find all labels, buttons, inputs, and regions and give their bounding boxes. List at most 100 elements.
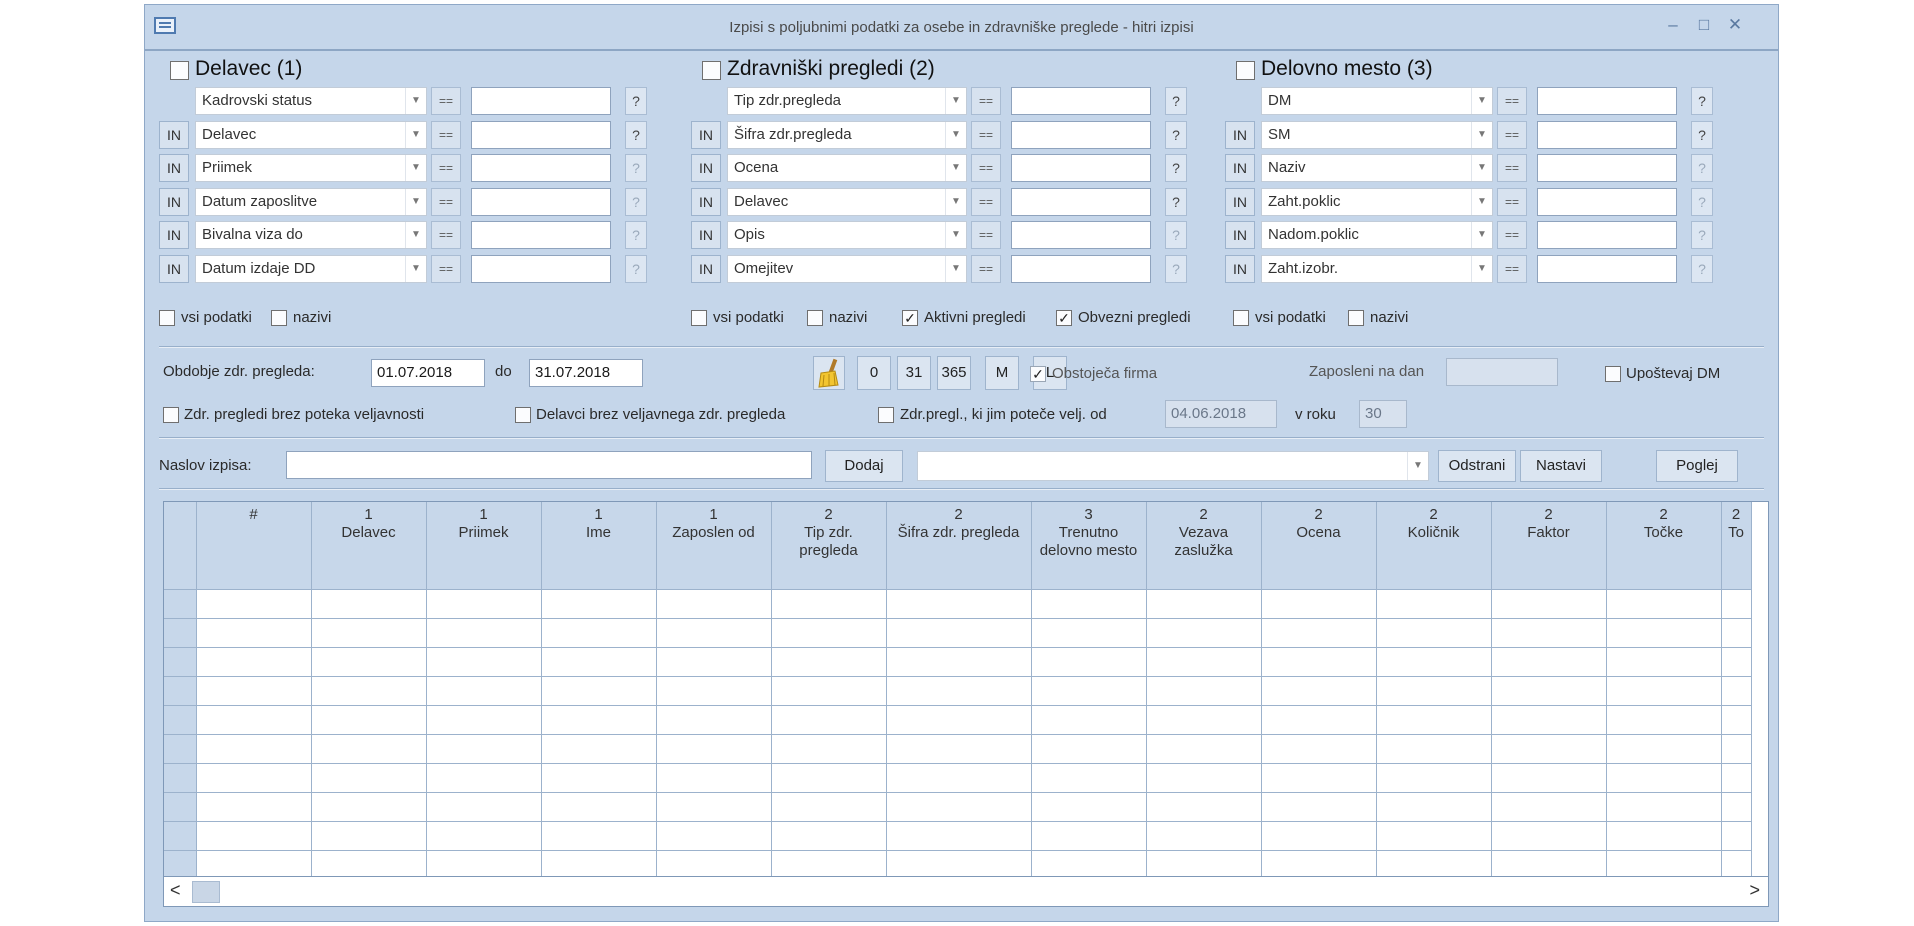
column-header[interactable]: 1 Delavec bbox=[311, 502, 427, 590]
field-combo[interactable]: Zaht.poklic ▼ bbox=[1261, 188, 1493, 216]
table-cell[interactable] bbox=[1721, 792, 1752, 822]
vsi-podatki-checkbox[interactable] bbox=[159, 310, 175, 326]
table-cell[interactable] bbox=[1261, 705, 1377, 735]
table-cell[interactable] bbox=[541, 676, 657, 706]
broom-clear-icon[interactable] bbox=[813, 356, 845, 390]
field-combo[interactable]: Šifra zdr.pregleda ▼ bbox=[727, 121, 967, 149]
field-combo[interactable]: Ocena ▼ bbox=[727, 154, 967, 182]
table-cell[interactable] bbox=[1376, 589, 1492, 619]
column-header[interactable]: # bbox=[196, 502, 312, 590]
row-indicator[interactable] bbox=[164, 647, 197, 677]
field-combo[interactable]: Bivalna viza do ▼ bbox=[195, 221, 427, 249]
field-combo[interactable]: Tip zdr.pregleda ▼ bbox=[727, 87, 967, 115]
nazivi-checkbox[interactable] bbox=[807, 310, 823, 326]
table-cell[interactable] bbox=[656, 647, 772, 677]
table-cell[interactable] bbox=[1261, 850, 1377, 876]
table-row[interactable] bbox=[164, 676, 1752, 706]
table-cell[interactable] bbox=[311, 676, 427, 706]
value-input[interactable] bbox=[471, 221, 611, 249]
table-row[interactable] bbox=[164, 821, 1752, 851]
table-row[interactable] bbox=[164, 763, 1752, 793]
lookup-button[interactable]: ? bbox=[625, 221, 647, 249]
table-cell[interactable] bbox=[541, 821, 657, 851]
table-cell[interactable] bbox=[1261, 734, 1377, 764]
value-input[interactable] bbox=[471, 87, 611, 115]
table-cell[interactable] bbox=[311, 792, 427, 822]
table-row[interactable] bbox=[164, 618, 1752, 648]
operator-button[interactable]: == bbox=[971, 121, 1001, 149]
table-cell[interactable] bbox=[1031, 792, 1147, 822]
table-cell[interactable] bbox=[426, 618, 542, 648]
chevron-down-icon[interactable]: ▼ bbox=[1471, 256, 1492, 282]
table-cell[interactable] bbox=[426, 705, 542, 735]
table-cell[interactable] bbox=[311, 618, 427, 648]
saved-reports-combo[interactable]: ▼ bbox=[917, 451, 1429, 481]
in-button[interactable]: IN bbox=[691, 188, 721, 216]
row-indicator[interactable] bbox=[164, 734, 197, 764]
potece-checkbox[interactable] bbox=[878, 407, 894, 423]
operator-button[interactable]: == bbox=[431, 87, 461, 115]
table-cell[interactable] bbox=[196, 821, 312, 851]
table-cell[interactable] bbox=[1491, 589, 1607, 619]
table-cell[interactable] bbox=[1721, 589, 1752, 619]
operator-button[interactable]: == bbox=[1497, 188, 1527, 216]
table-cell[interactable] bbox=[1376, 647, 1492, 677]
table-cell[interactable] bbox=[1721, 676, 1752, 706]
chevron-down-icon[interactable]: ▼ bbox=[1471, 155, 1492, 181]
nazivi-checkbox[interactable] bbox=[271, 310, 287, 326]
chevron-down-icon[interactable]: ▼ bbox=[405, 122, 426, 148]
table-cell[interactable] bbox=[541, 705, 657, 735]
operator-button[interactable]: == bbox=[1497, 87, 1527, 115]
table-cell[interactable] bbox=[1491, 647, 1607, 677]
table-cell[interactable] bbox=[1606, 618, 1722, 648]
chevron-down-icon[interactable]: ▼ bbox=[1471, 222, 1492, 248]
lookup-button[interactable]: ? bbox=[1165, 255, 1187, 283]
scroll-left-icon[interactable]: < bbox=[170, 880, 181, 901]
operator-button[interactable]: == bbox=[971, 188, 1001, 216]
brez-poteka-checkbox[interactable] bbox=[163, 407, 179, 423]
column-header[interactable]: 1 Ime bbox=[541, 502, 657, 590]
table-cell[interactable] bbox=[886, 734, 1032, 764]
table-cell[interactable] bbox=[1606, 792, 1722, 822]
lookup-button[interactable]: ? bbox=[625, 121, 647, 149]
table-cell[interactable] bbox=[1031, 821, 1147, 851]
v-roku-input[interactable]: 30 bbox=[1359, 400, 1407, 428]
table-cell[interactable] bbox=[771, 676, 887, 706]
operator-button[interactable]: == bbox=[431, 255, 461, 283]
table-cell[interactable] bbox=[1376, 734, 1492, 764]
table-cell[interactable] bbox=[196, 589, 312, 619]
chevron-down-icon[interactable]: ▼ bbox=[405, 189, 426, 215]
in-button[interactable]: IN bbox=[691, 154, 721, 182]
zaposleni-input[interactable] bbox=[1446, 358, 1558, 386]
row-indicator[interactable] bbox=[164, 676, 197, 706]
table-cell[interactable] bbox=[311, 589, 427, 619]
column-header[interactable]: 2 Šifra zdr. pregleda bbox=[886, 502, 1032, 590]
value-input[interactable] bbox=[1011, 154, 1151, 182]
period-button-365[interactable]: 365 bbox=[937, 356, 971, 390]
table-cell[interactable] bbox=[1606, 705, 1722, 735]
in-button[interactable]: IN bbox=[1225, 255, 1255, 283]
value-input[interactable] bbox=[1537, 255, 1677, 283]
table-cell[interactable] bbox=[656, 676, 772, 706]
period-button-m[interactable]: M bbox=[985, 356, 1019, 390]
scroll-right-icon[interactable]: > bbox=[1749, 880, 1760, 901]
table-cell[interactable] bbox=[311, 850, 427, 876]
lookup-button[interactable]: ? bbox=[625, 154, 647, 182]
table-cell[interactable] bbox=[1376, 705, 1492, 735]
table-cell[interactable] bbox=[1606, 850, 1722, 876]
lookup-button[interactable]: ? bbox=[625, 188, 647, 216]
operator-button[interactable]: == bbox=[431, 121, 461, 149]
period-button-0[interactable]: 0 bbox=[857, 356, 891, 390]
value-input[interactable] bbox=[1537, 221, 1677, 249]
minimize-icon[interactable]: – bbox=[1662, 15, 1684, 35]
field-combo[interactable]: Opis ▼ bbox=[727, 221, 967, 249]
brez-veljavnega-checkbox[interactable] bbox=[515, 407, 531, 423]
field-combo[interactable]: Datum zaposlitve ▼ bbox=[195, 188, 427, 216]
table-cell[interactable] bbox=[541, 589, 657, 619]
table-cell[interactable] bbox=[1146, 647, 1262, 677]
table-cell[interactable] bbox=[1376, 792, 1492, 822]
row-indicator[interactable] bbox=[164, 792, 197, 822]
report-title-input[interactable] bbox=[286, 451, 812, 479]
table-cell[interactable] bbox=[1606, 647, 1722, 677]
field-combo[interactable]: Zaht.izobr. ▼ bbox=[1261, 255, 1493, 283]
